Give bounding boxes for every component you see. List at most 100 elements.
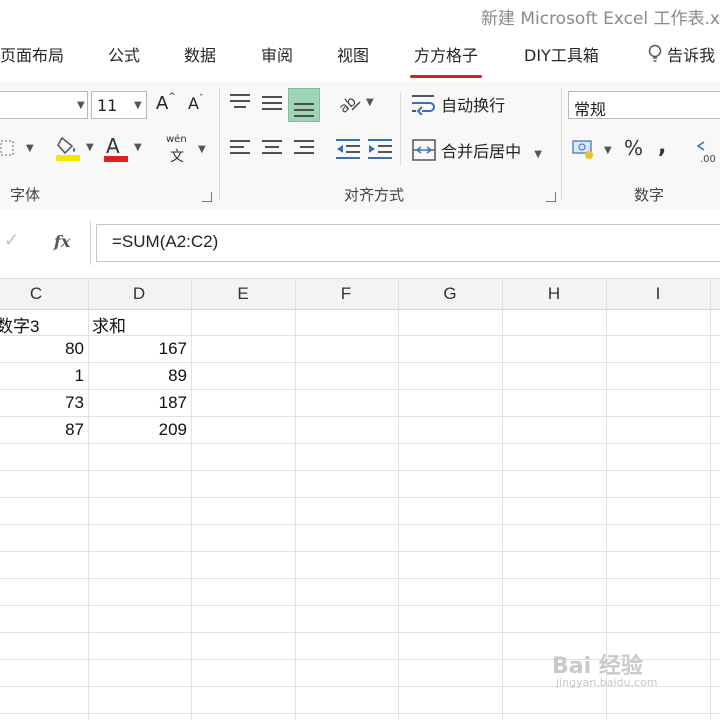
number-format-value: 常规 xyxy=(574,100,607,119)
grow-font-label: A xyxy=(156,93,169,114)
tab-page-layout[interactable]: 页面布局 xyxy=(0,42,64,66)
alignment-group-label: 对齐方式 xyxy=(344,186,405,204)
number-format-select[interactable]: 常规 xyxy=(568,91,720,119)
borders-button[interactable]: ▼ xyxy=(0,140,34,160)
decrease-indent-button[interactable] xyxy=(336,138,360,160)
chevron-down-icon: ▼ xyxy=(198,144,206,155)
font-dialog-launcher[interactable] xyxy=(202,192,212,202)
column-header-e[interactable]: E xyxy=(223,284,263,304)
gridline xyxy=(0,470,720,471)
percent-style-button[interactable]: % xyxy=(624,136,643,160)
gridline xyxy=(502,279,503,720)
increase-indent-icon xyxy=(368,139,392,159)
cell-d2[interactable]: 167 xyxy=(92,339,187,359)
font-color-button[interactable]: A ▼ xyxy=(104,134,144,164)
cell-c3[interactable]: 1 xyxy=(0,366,84,386)
tab-diy-toolbox[interactable]: DIY工具箱 xyxy=(524,42,599,66)
accounting-format-button[interactable]: ▼ xyxy=(572,138,614,166)
cell-c1[interactable]: 数字3 xyxy=(0,312,39,337)
chevron-down-icon: ▼ xyxy=(86,142,94,153)
wrap-text-icon xyxy=(412,95,435,116)
wrap-text-label: 自动换行 xyxy=(441,96,506,115)
lightbulb-icon xyxy=(648,44,662,62)
shrink-font-label: A xyxy=(188,94,199,113)
cancel-entry-button[interactable]: ✓ xyxy=(4,230,19,251)
gridline xyxy=(295,279,296,720)
window-title: 新建 Microsoft Excel 工作表.x xyxy=(480,9,720,29)
grow-font-button[interactable]: A^ xyxy=(156,92,176,114)
font-size-select[interactable]: 11 ▼ xyxy=(91,91,147,119)
tab-fangfang[interactable]: 方方格子 xyxy=(410,42,483,78)
cell-d5[interactable]: 209 xyxy=(92,420,187,440)
chevron-down-icon: ▼ xyxy=(366,97,374,108)
increase-indent-button[interactable] xyxy=(368,138,392,160)
gridline xyxy=(0,578,720,579)
phonetic-pinyin: wén xyxy=(166,134,187,145)
cell-c4[interactable]: 73 xyxy=(0,393,84,413)
column-header-c[interactable]: C xyxy=(16,284,56,304)
cell-c2[interactable]: 80 xyxy=(0,339,84,359)
ribbon-tabs: 页面布局 公式 数据 审阅 视图 方方格子 DIY工具箱 告诉我 xyxy=(0,30,720,82)
font-color-label: A xyxy=(106,134,120,158)
gridline xyxy=(191,279,192,720)
tell-me-search[interactable]: 告诉我 xyxy=(648,42,715,66)
font-color-bar xyxy=(104,156,128,162)
text-orientation-icon: ab xyxy=(336,93,361,117)
column-header-g[interactable]: G xyxy=(430,284,470,304)
align-bottom-button[interactable] xyxy=(288,88,320,122)
cell-c5[interactable]: 87 xyxy=(0,420,84,440)
group-separator xyxy=(561,88,562,200)
align-left-button[interactable] xyxy=(230,140,250,158)
column-header-d[interactable]: D xyxy=(119,284,159,304)
column-header-h[interactable]: H xyxy=(534,284,574,304)
group-separator xyxy=(219,88,220,200)
group-separator xyxy=(400,92,401,166)
align-center-button[interactable] xyxy=(262,140,282,158)
chevron-down-icon: ▼ xyxy=(534,149,542,160)
tab-data[interactable]: 数据 xyxy=(184,42,216,66)
formula-text: =SUM(A2:C2) xyxy=(112,232,219,251)
merge-center-icon xyxy=(412,139,436,161)
column-header-f[interactable]: F xyxy=(326,284,366,304)
merge-center-label: 合并后居中 xyxy=(441,142,522,161)
currency-icon xyxy=(572,140,593,159)
caret-down-icon: ˇ xyxy=(198,94,204,104)
cell-d4[interactable]: 187 xyxy=(92,393,187,413)
align-top-button[interactable] xyxy=(230,94,250,112)
tell-me-label: 告诉我 xyxy=(667,46,716,65)
gridline xyxy=(0,362,720,363)
shrink-font-button[interactable]: Aˇ xyxy=(188,94,203,113)
phonetic-char: 文 xyxy=(170,149,184,165)
column-header-i[interactable]: I xyxy=(638,284,678,304)
tab-formulas[interactable]: 公式 xyxy=(108,42,140,66)
insert-function-button[interactable]: fx xyxy=(54,232,70,251)
fill-color-button[interactable]: ▼ xyxy=(56,134,94,164)
align-middle-button[interactable] xyxy=(262,96,282,114)
comma-style-button[interactable]: , xyxy=(658,134,666,159)
cell-d3[interactable]: 89 xyxy=(92,366,187,386)
chevron-down-icon: ▼ xyxy=(26,143,34,154)
font-name-select[interactable]: ▼ xyxy=(0,91,88,119)
font-group-label: 字体 xyxy=(10,186,41,204)
tab-fangfang-label: 方方格子 xyxy=(414,46,479,65)
increase-decimal-button[interactable]: .00 xyxy=(696,138,720,164)
font-size-value: 11 xyxy=(97,96,118,115)
paint-bucket-icon xyxy=(56,136,80,161)
merge-center-button[interactable]: 合并后居中 ▼ xyxy=(412,138,542,162)
orientation-button[interactable]: ab ▼ xyxy=(336,90,376,120)
align-right-button[interactable] xyxy=(294,140,314,158)
gridline xyxy=(0,443,720,444)
wrap-text-button[interactable]: 自动换行 xyxy=(412,92,505,116)
cell-d1[interactable]: 求和 xyxy=(92,312,126,337)
caret-up-icon: ^ xyxy=(168,92,176,102)
tab-review[interactable]: 审阅 xyxy=(261,42,293,66)
gridline xyxy=(0,524,720,525)
decrease-indent-icon xyxy=(336,139,360,159)
gridline xyxy=(0,497,720,498)
title-bar: 新建 Microsoft Excel 工作表.x xyxy=(0,0,720,30)
formula-bar-separator xyxy=(90,221,91,265)
phonetic-guide-button[interactable]: wén 文 ▼ xyxy=(166,134,210,166)
gridline xyxy=(88,279,89,720)
tab-view[interactable]: 视图 xyxy=(337,42,369,66)
alignment-dialog-launcher[interactable] xyxy=(546,192,556,202)
